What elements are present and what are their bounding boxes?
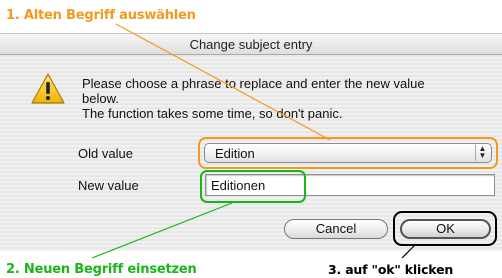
new-value-label: New value xyxy=(78,178,139,193)
message-line: Please choose a phrase to replace and en… xyxy=(82,76,425,91)
dialog-title: Change subject entry xyxy=(189,37,313,52)
dialog-message: Please choose a phrase to replace and en… xyxy=(82,76,482,121)
annotation-step2: 2. Neuen Begriff einsetzen xyxy=(6,262,197,277)
message-line: below. xyxy=(82,91,119,106)
annotation-step1: 1. Alten Begriff auswählen xyxy=(6,8,196,23)
new-value-text: Editionen xyxy=(211,178,266,193)
old-value-label: Old value xyxy=(78,146,133,161)
warning-triangle-icon xyxy=(31,73,65,104)
ok-button[interactable]: OK xyxy=(400,219,491,239)
up-down-arrows-icon: ▲ ▼ xyxy=(475,145,489,161)
new-value-input[interactable]: Editionen xyxy=(205,174,495,196)
old-value-select[interactable]: Edition ▲ ▼ xyxy=(204,143,492,163)
old-value-selected: Edition xyxy=(215,146,255,161)
cancel-button[interactable]: Cancel xyxy=(284,219,388,239)
message-line: The function takes some time, so don't p… xyxy=(82,106,343,121)
title-bar: Change subject entry xyxy=(0,33,502,55)
annotation-step3: 3. auf "ok" klicken xyxy=(328,262,454,277)
